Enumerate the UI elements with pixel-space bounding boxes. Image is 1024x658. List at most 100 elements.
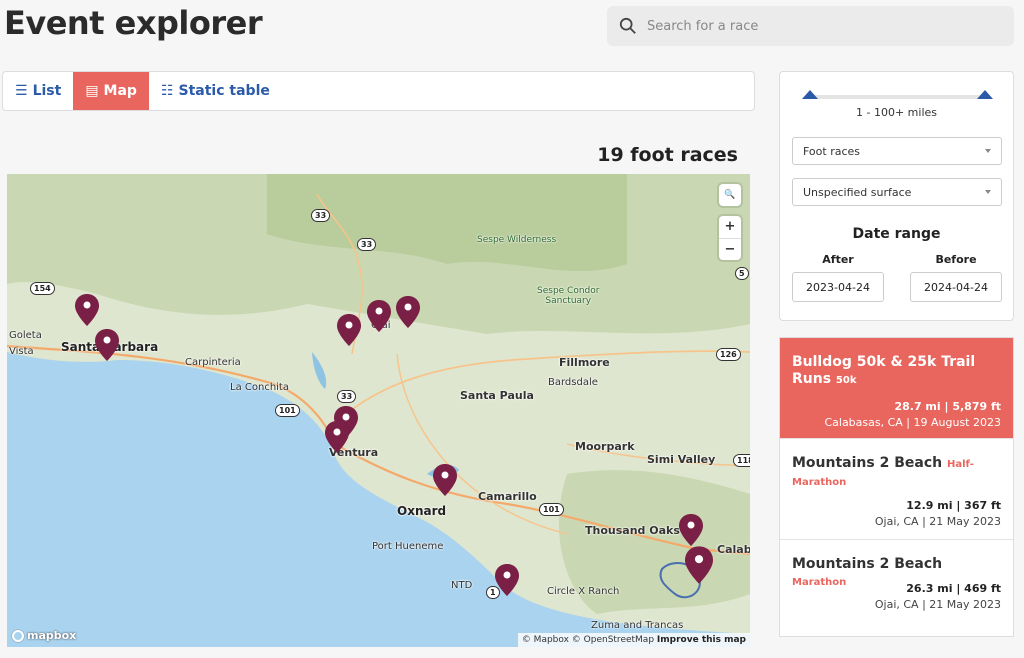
event-location-date: Ojai, CA | 21 May 2023 xyxy=(874,515,1001,528)
tab-list-label: List xyxy=(32,83,62,99)
map-label-circle-x-ranch: Circle X Ranch xyxy=(547,586,620,597)
search-box[interactable] xyxy=(607,6,1014,46)
route-shield-33: 33 xyxy=(357,238,377,251)
event-stats: 28.7 mi | 5,879 ft xyxy=(894,400,1001,413)
map-label-thousand-oaks: Thousand Oaks xyxy=(585,524,680,537)
race-marker[interactable] xyxy=(337,314,361,346)
list-icon: ☰ xyxy=(15,83,28,99)
chevron-down-icon xyxy=(985,149,991,153)
map-label-bardsdale: Bardsdale xyxy=(548,377,598,388)
map-icon: ▤ xyxy=(85,83,99,99)
map-label-la-conchita: La Conchita xyxy=(230,382,289,393)
route-shield-33: 33 xyxy=(311,209,331,222)
distance-slider-min-handle[interactable] xyxy=(802,90,818,99)
filters-panel: 1 - 100+ miles Foot races Unspecified su… xyxy=(779,71,1014,321)
tab-static-table[interactable]: ☷ Static table xyxy=(149,72,282,110)
table-icon: ☷ xyxy=(160,83,174,99)
map-basemap xyxy=(7,174,750,647)
search-input[interactable] xyxy=(647,18,987,34)
race-marker[interactable] xyxy=(679,514,703,546)
map-label-vista: Vista xyxy=(9,346,34,357)
route-shield-101: 101 xyxy=(539,503,564,516)
results-count: 19 foot races xyxy=(597,144,738,166)
event-distance: 50k xyxy=(835,375,857,386)
map-label-port-hueneme: Port Hueneme xyxy=(372,541,444,552)
race-marker[interactable] xyxy=(95,329,119,361)
route-shield-126: 126 xyxy=(716,348,741,361)
race-marker[interactable] xyxy=(495,564,519,596)
race-type-select[interactable]: Foot races xyxy=(792,137,1002,165)
event-card[interactable]: Bulldog 50k & 25k Trail Runs 50k 28.7 mi… xyxy=(780,338,1013,439)
before-date-input[interactable]: 2024-04-24 xyxy=(910,272,1002,302)
map-zoom-control: + − xyxy=(719,216,741,260)
tab-map-label: Map xyxy=(103,83,137,99)
route-shield-5: 5 xyxy=(735,267,749,280)
map-label-calaba: Calaba xyxy=(717,543,750,556)
map-attribution: © Mapbox © OpenStreetMap Improve this ma… xyxy=(517,633,750,647)
map-label-moorpark: Moorpark xyxy=(575,440,635,453)
tab-list[interactable]: ☰ List xyxy=(3,72,73,110)
map-label-sespe-wilderness: Sespe Wilderness xyxy=(477,235,557,245)
distance-slider-track[interactable] xyxy=(810,95,986,99)
map-label-oxnard: Oxnard xyxy=(397,504,447,518)
map-label-simi-valley: Simi Valley xyxy=(647,453,716,466)
event-stats: 12.9 mi | 367 ft xyxy=(906,499,1001,512)
mapbox-logo[interactable]: mapbox xyxy=(12,629,76,642)
mapbox-logo-text: mapbox xyxy=(27,629,77,642)
before-label: Before xyxy=(935,253,977,266)
map-label-carpinteria: Carpinteria xyxy=(185,357,241,368)
route-shield-101: 101 xyxy=(275,404,300,417)
route-shield-118: 118 xyxy=(733,454,750,467)
route-shield-33: 33 xyxy=(337,390,357,403)
map-label-goleta: Goleta xyxy=(9,330,42,341)
mapbox-logo-icon xyxy=(12,629,24,642)
map-search-control[interactable]: 🔍 xyxy=(719,184,741,206)
tab-static-table-label: Static table xyxy=(178,83,270,99)
chevron-down-icon xyxy=(985,190,991,194)
event-location-date: Ojai, CA | 21 May 2023 xyxy=(874,598,1001,611)
surface-select[interactable]: Unspecified surface xyxy=(792,178,1002,206)
event-distance: Marathon xyxy=(792,577,847,588)
event-title: Mountains 2 Beach xyxy=(792,455,943,471)
tab-map[interactable]: ▤ Map xyxy=(73,72,149,110)
event-title: Bulldog 50k & 25k Trail Runs xyxy=(792,354,976,387)
attribution-text[interactable]: © Mapbox © OpenStreetMap xyxy=(522,635,654,645)
zoom-in-button[interactable]: + xyxy=(719,216,741,238)
event-card[interactable]: Mountains 2 Beach Marathon 26.3 mi | 469… xyxy=(780,540,1013,636)
race-marker[interactable] xyxy=(367,300,391,332)
improve-map-link[interactable]: Improve this map xyxy=(657,635,746,645)
event-title: Mountains 2 Beach xyxy=(792,556,943,572)
map-label-sespe-condor-sanctuary: Sespe Condor Sanctuary xyxy=(537,286,600,306)
race-marker[interactable] xyxy=(325,421,349,453)
event-stats: 26.3 mi | 469 ft xyxy=(906,582,1001,595)
map-search-icon[interactable]: 🔍 xyxy=(719,184,741,206)
race-type-value: Foot races xyxy=(803,144,861,158)
map-label-camarillo: Camarillo xyxy=(478,490,537,503)
race-marker[interactable] xyxy=(396,296,420,328)
event-location-date: Calabasas, CA | 19 August 2023 xyxy=(824,416,1001,429)
search-icon xyxy=(619,17,636,34)
map-label-ntd: NTD xyxy=(451,580,473,591)
race-marker-selected[interactable] xyxy=(685,546,713,584)
zoom-out-button[interactable]: − xyxy=(719,238,741,260)
after-label: After xyxy=(822,253,854,266)
event-card[interactable]: Mountains 2 Beach Half-Marathon 12.9 mi … xyxy=(780,439,1013,540)
distance-range-label: 1 - 100+ miles xyxy=(856,106,937,119)
map-label-fillmore: Fillmore xyxy=(559,356,610,369)
race-marker[interactable] xyxy=(75,294,99,326)
map-label-santa-paula: Santa Paula xyxy=(460,389,534,402)
race-map[interactable]: Goleta Vista Santa Barbara Carpinteria L… xyxy=(7,174,750,647)
map-label-zuma-and-trancas: Zuma and Trancas xyxy=(591,620,684,631)
surface-value: Unspecified surface xyxy=(803,185,912,199)
event-name: Bulldog 50k & 25k Trail Runs 50k xyxy=(792,354,1001,389)
distance-slider-max-handle[interactable] xyxy=(977,90,993,99)
event-list: Bulldog 50k & 25k Trail Runs 50k 28.7 mi… xyxy=(779,337,1014,637)
event-name: Mountains 2 Beach Half-Marathon xyxy=(792,455,1001,491)
page-title: Event explorer xyxy=(4,4,263,42)
route-shield-154: 154 xyxy=(30,282,55,295)
view-tabs: ☰ List ▤ Map ☷ Static table xyxy=(2,71,755,111)
date-range-title: Date range xyxy=(852,226,941,242)
page: Event explorer ☰ List ▤ Map ☷ Static tab… xyxy=(0,0,1024,658)
after-date-input[interactable]: 2023-04-24 xyxy=(792,272,884,302)
race-marker[interactable] xyxy=(433,464,457,496)
